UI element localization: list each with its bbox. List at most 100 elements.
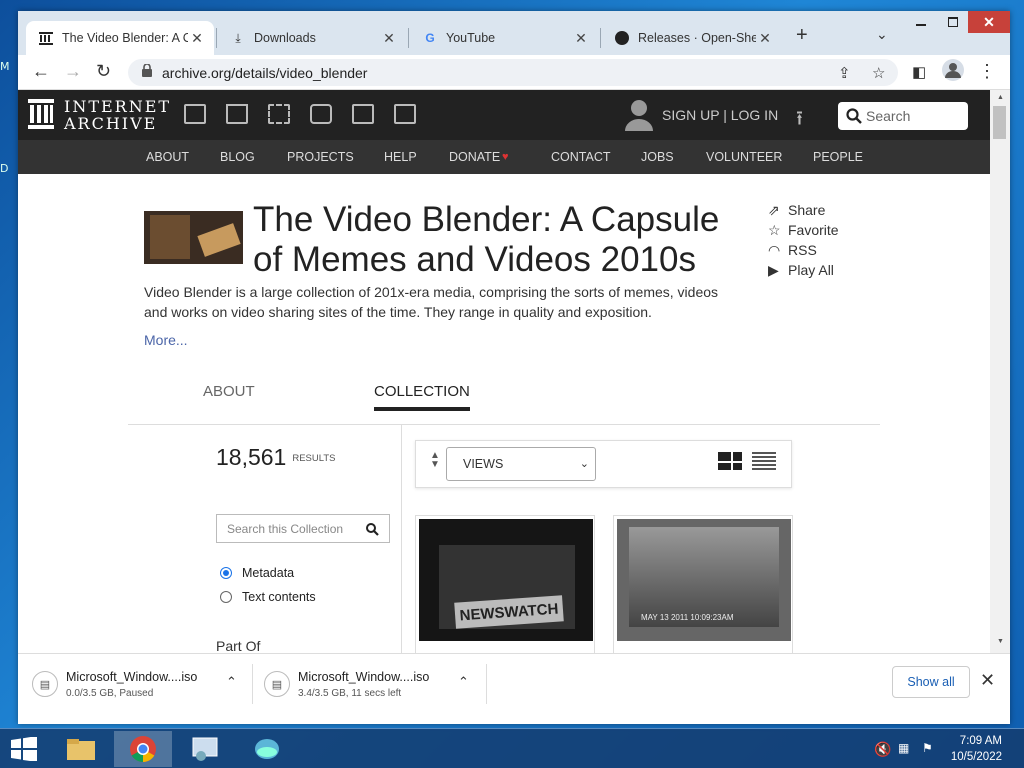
audio-icon[interactable] — [310, 104, 332, 124]
new-tab-button[interactable]: + — [796, 24, 808, 47]
github-icon — [614, 30, 630, 46]
action-label: Play All — [788, 262, 834, 278]
radio-dot — [220, 567, 232, 579]
tab-video-blender[interactable]: The Video Blender: A Ca ✕ — [26, 21, 214, 55]
search-placeholder: Search this Collection — [227, 521, 344, 536]
folder-icon — [67, 739, 95, 760]
address-bar[interactable]: archive.org/details/video_blender ⇪ ☆ — [128, 59, 898, 86]
taskbar-chrome[interactable] — [114, 731, 172, 767]
part-of-heading: Part Of — [216, 638, 261, 653]
clock[interactable]: 7:09 AM 10/5/2022 — [946, 733, 1002, 765]
taskbar-control-panel[interactable] — [176, 731, 234, 767]
more-link[interactable]: More... — [144, 332, 188, 348]
ia-header: INTERNET ARCHIVE SIGN UP | LOG IN ⭱ Sear… — [18, 90, 990, 140]
images-icon[interactable] — [394, 104, 416, 124]
sort-direction-icon[interactable]: ▲ ▼ — [430, 451, 440, 470]
radio-label: Text contents — [242, 590, 316, 604]
results-number: 18,561 — [216, 444, 287, 470]
nav-projects[interactable]: PROJECTS — [287, 150, 354, 164]
signup-login-link[interactable]: SIGN UP | LOG IN — [662, 107, 778, 123]
nav-donate[interactable]: DONATE — [449, 150, 500, 164]
menu-kebab-icon[interactable]: ⋮ — [978, 61, 996, 82]
close-tab-icon[interactable]: ✕ — [380, 30, 398, 47]
tab-search-chevron-icon[interactable]: ⌄ — [876, 26, 888, 43]
radio-metadata[interactable]: Metadata — [220, 566, 294, 580]
network-icon[interactable]: ▦ — [898, 741, 909, 755]
close-shelf-icon[interactable]: ✕ — [980, 670, 995, 691]
reload-button[interactable]: ↻ — [96, 61, 111, 82]
maximize-button[interactable] — [938, 11, 968, 33]
favorite-action[interactable]: ☆ Favorite — [768, 220, 839, 240]
radio-text-contents[interactable]: Text contents — [220, 590, 316, 604]
search-icon[interactable] — [366, 523, 379, 536]
volume-muted-icon[interactable]: 🔇 — [874, 741, 891, 758]
side-panel-icon[interactable]: ◧ — [912, 63, 926, 81]
back-button[interactable]: ← — [32, 61, 50, 82]
action-label: RSS — [788, 242, 817, 258]
tab-releases[interactable]: Releases · Open-Shell/O ✕ — [602, 21, 782, 55]
nav-blog[interactable]: BLOG — [220, 150, 255, 164]
taskbar-network-app[interactable] — [238, 731, 296, 767]
profile-avatar[interactable] — [942, 59, 964, 86]
show-all-button[interactable]: Show all — [892, 666, 970, 698]
forward-button[interactable]: → — [64, 61, 82, 82]
collection-thumbnail — [144, 211, 243, 264]
sort-select[interactable]: VIEWS ⌄ — [446, 447, 596, 481]
download-item[interactable]: ▤ Microsoft_Window....iso 0.0/3.5 GB, Pau… — [32, 662, 252, 706]
collection-item-tile[interactable]: NEWSWATCH — [415, 515, 595, 653]
close-tab-icon[interactable]: ✕ — [756, 30, 774, 47]
user-icon[interactable] — [624, 99, 654, 131]
nav-jobs[interactable]: JOBS — [641, 150, 674, 164]
play-all-action[interactable]: ▶ Play All — [768, 260, 839, 280]
upload-icon[interactable]: ⭱ — [796, 104, 803, 138]
control-panel-icon — [192, 737, 218, 761]
chevron-up-icon[interactable]: ⌃ — [458, 674, 469, 690]
bookmark-star-icon[interactable]: ☆ — [872, 64, 885, 82]
tab-strip: The Video Blender: A Ca ✕ ⤓ Downloads ✕ … — [18, 11, 1010, 55]
search-placeholder: Search — [866, 108, 911, 124]
ia-search-input[interactable]: Search — [838, 102, 968, 130]
google-icon: G — [425, 31, 435, 45]
chevron-up-icon[interactable]: ⌃ — [226, 674, 237, 690]
close-tab-icon[interactable]: ✕ — [188, 30, 206, 47]
tab-about[interactable]: ABOUT — [203, 383, 255, 400]
clock-time: 7:09 AM — [959, 735, 1002, 747]
internet-archive-logo-icon[interactable] — [28, 99, 54, 129]
download-shelf: ▤ Microsoft_Window....iso 0.0/3.5 GB, Pau… — [18, 653, 1010, 713]
nav-help[interactable]: HELP — [384, 150, 417, 164]
tab-collection[interactable]: COLLECTION — [374, 383, 470, 400]
share-icon[interactable]: ⇪ — [838, 64, 851, 82]
rss-icon: ◠ — [768, 241, 781, 258]
taskbar-file-explorer[interactable] — [52, 731, 110, 767]
globe-icon — [255, 739, 279, 759]
chevron-down-icon: ⌄ — [579, 458, 589, 470]
collection-search-input[interactable]: Search this Collection — [216, 514, 390, 543]
download-status: 0.0/3.5 GB, Paused — [66, 687, 154, 699]
internet-archive-icon — [38, 30, 54, 46]
action-center-icon[interactable]: ⚑ — [922, 741, 933, 755]
software-icon[interactable] — [352, 104, 374, 124]
list-view-icon[interactable] — [752, 452, 776, 470]
download-item[interactable]: ▤ Microsoft_Window....iso 3.4/3.5 GB, 11 … — [264, 662, 494, 706]
close-window-button[interactable]: ✕ — [968, 11, 1010, 33]
collection-item-tile[interactable]: MAY 13 2011 10:09:23AM — [613, 515, 793, 653]
start-button[interactable] — [0, 731, 48, 767]
video-icon[interactable] — [268, 104, 290, 124]
ia-logo[interactable]: INTERNET ARCHIVE — [64, 98, 171, 132]
tab-downloads[interactable]: ⤓ Downloads ✕ — [218, 21, 406, 55]
sort-bar: ▲ ▼ VIEWS ⌄ — [415, 440, 792, 488]
share-action[interactable]: ⇗ Share — [768, 200, 839, 220]
web-icon[interactable] — [184, 104, 206, 124]
nav-about[interactable]: ABOUT — [146, 150, 189, 164]
minimize-button[interactable] — [906, 11, 936, 33]
nav-volunteer[interactable]: VOLUNTEER — [706, 150, 782, 164]
nav-contact[interactable]: CONTACT — [551, 150, 611, 164]
scrollbar[interactable]: ▲ ▼ — [990, 90, 1010, 653]
tile-view-icon[interactable] — [718, 452, 742, 470]
close-tab-icon[interactable]: ✕ — [572, 30, 590, 47]
nav-people[interactable]: PEOPLE — [813, 150, 863, 164]
rss-action[interactable]: ◠ RSS — [768, 240, 839, 260]
heart-icon: ♥ — [502, 151, 509, 163]
tab-youtube[interactable]: G YouTube ✕ — [410, 21, 598, 55]
texts-icon[interactable] — [226, 104, 248, 124]
